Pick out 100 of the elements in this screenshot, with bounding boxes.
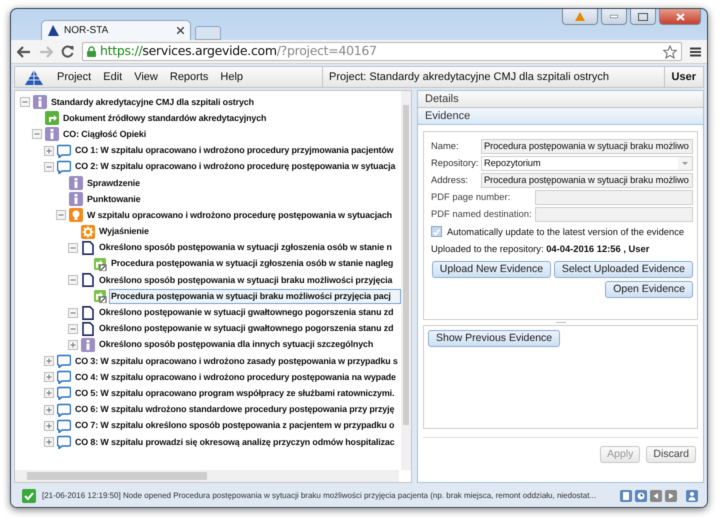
reload-button[interactable] [61, 45, 74, 58]
expand-toggle[interactable] [44, 420, 54, 431]
field-label: PDF named destination: [431, 206, 533, 221]
info-icon [45, 127, 59, 142]
close-icon[interactable] [177, 27, 184, 34]
speech-bubble-icon [57, 418, 71, 433]
checkbox-label[interactable]: Automatically update to the latest version of the evidence [447, 224, 684, 239]
caret-icon [678, 156, 692, 170]
address-field[interactable]: https://services.argevide.com/?project=40167 [82, 42, 682, 61]
dialog-button[interactable]: Discard [646, 446, 696, 463]
collapse-toggle[interactable] [68, 324, 78, 334]
tree-item[interactable]: CO 1: W szpitalu opracowano i wdrożono procedury przyjmowania pacjentów [73, 143, 401, 158]
field-label: Name: [431, 138, 460, 153]
logo-icon [48, 25, 59, 36]
tree-item[interactable]: Określono sposób postępowania dla innych sytuacji szczególnych [97, 337, 401, 352]
url-text: https://services.argevide.com/?project=40167 [100, 42, 378, 60]
expand-toggle[interactable] [44, 356, 54, 366]
collapse-toggle[interactable] [32, 129, 42, 140]
speech-bubble-icon [57, 144, 71, 158]
clock-icon[interactable] [635, 490, 647, 502]
tree-item[interactable]: Sprawdzenie [85, 176, 401, 191]
repository-dropdown[interactable]: Repozytorium [481, 156, 693, 170]
logo-icon [25, 70, 43, 84]
field-label: PDF page number: [431, 190, 512, 204]
close-icon [676, 12, 684, 20]
speech-bubble-icon [57, 370, 71, 384]
checkbox[interactable] [431, 226, 442, 238]
tree-item[interactable]: CO 7: W szpitalu określono sposób postępowania z pacjentem w przypadku o [73, 418, 401, 434]
panel-header[interactable]: Evidence [418, 108, 703, 125]
tree-item[interactable]: CO 3: W szpitalu opracowano i wdrożono zasady postępowania w przypadku s [73, 354, 401, 369]
tree-item[interactable]: Określono postępowanie w sytuacji gwałtownego pogorszenia stanu zd [97, 305, 401, 320]
collapse-toggle[interactable] [44, 162, 54, 172]
tree-item[interactable]: Wyjaśnienie [97, 224, 401, 240]
collapse-toggle[interactable] [56, 210, 66, 220]
menu-item[interactable]: Edit [97, 68, 128, 86]
collapse-toggle[interactable] [68, 275, 78, 286]
tree-item[interactable]: Standardy akredytacyjne CMJ dla szpitali ostrych [49, 94, 401, 110]
show-previous-button[interactable]: Show Previous Evidence [428, 330, 560, 347]
menu-item[interactable]: Help [214, 68, 250, 86]
tree-item[interactable]: CO 6: W szpitalu wdrożono standardowe procedury postępowania przy przyję [73, 402, 401, 418]
collapse-toggle[interactable] [20, 97, 30, 108]
tree-item[interactable]: W szpitalu opracowano i wdrożono procedurę postępowania w sytuacjach [85, 208, 401, 223]
tree-item[interactable]: CO: Ciągłość Opieki [61, 126, 401, 142]
user-menu[interactable]: User [672, 68, 696, 86]
info-icon [69, 192, 83, 206]
action-button[interactable]: Upload New Evidence [432, 261, 552, 278]
tree-item[interactable]: CO 2: W szpitalu opracowano i wdrożono procedurę postępowania w sytuacja [73, 159, 401, 174]
close-button[interactable] [659, 9, 701, 25]
tree-item[interactable]: CO 8: W szpitalu prowadzi się okresową analizę przyczyn odmów hospitalizac [73, 434, 401, 450]
expand-toggle[interactable] [44, 146, 54, 156]
maximize-icon [638, 12, 648, 20]
expand-toggle[interactable] [44, 372, 54, 382]
input-field[interactable] [535, 206, 693, 222]
input-field[interactable]: Procedura postępowania w sytuacji braku możliwo [481, 172, 693, 188]
tree-item[interactable]: Określono sposób postępowania w sytuacji zgłoszenia osób w stanie n [97, 240, 401, 256]
menu-item[interactable]: Reports [164, 68, 214, 86]
menu-icon[interactable] [690, 46, 701, 56]
minimize-button[interactable] [601, 9, 627, 25]
expand-toggle[interactable] [44, 388, 54, 398]
menu-item[interactable]: View [128, 68, 164, 86]
expand-toggle[interactable] [68, 340, 78, 350]
back-button[interactable] [17, 46, 31, 58]
document-icon [81, 306, 95, 320]
action-button[interactable]: Open Evidence [605, 280, 693, 298]
star-icon[interactable] [663, 44, 677, 58]
field-label: Address: [431, 172, 469, 187]
panel-header[interactable]: Details [418, 91, 703, 108]
tree-item[interactable]: Punktowanie [85, 192, 401, 207]
tree-item[interactable]: Procedura postępowania w sytuacji braku możliwości przyjęcia pacj [109, 288, 401, 304]
document-icon [81, 322, 95, 336]
warning-icon [575, 12, 585, 21]
notebook-icon[interactable] [620, 490, 632, 502]
menu-item[interactable]: Project [51, 68, 98, 86]
upload-info: Uploaded to the repository: 04-04-2016 12:56 , User [431, 242, 650, 256]
tab-title: NOR-STA [64, 24, 110, 38]
collapse-toggle[interactable] [68, 308, 78, 318]
speech-bubble-icon [57, 160, 71, 174]
tree-item[interactable]: Procedura postępowania w sytuacji zgłoszenia osób w stanie nagleg [109, 256, 401, 272]
collapse-toggle[interactable] [68, 242, 78, 253]
info-icon [81, 338, 95, 352]
user-icon[interactable] [686, 490, 698, 502]
document-icon [81, 273, 95, 288]
tree-item[interactable]: Określono postępowanie w sytuacji gwałtownego pogorszenia stanu zd [97, 321, 401, 336]
expand-toggle[interactable] [44, 437, 54, 448]
tree-item[interactable]: CO 4: W szpitalu opracowano i wdrożono procedury postępowania na wypade [73, 370, 401, 385]
browser-tab[interactable]: NOR-STA [41, 20, 191, 40]
horizontal-scrollbar[interactable] [15, 470, 399, 482]
tree-item[interactable]: CO 5: W szpitalu opracowano program współpracy ze służbami ratowniczymi. [73, 386, 401, 401]
field-label: Repository: [431, 156, 480, 170]
action-button[interactable]: Select Uploaded Evidence [554, 261, 693, 278]
tree-item[interactable]: Określono sposób postępowania w sytuacji braku możliwości przyjęcia [97, 272, 401, 288]
input-field[interactable]: Procedura postępowania w sytuacji braku możliwo [481, 138, 693, 154]
input-field[interactable] [535, 190, 693, 204]
maximize-button[interactable] [630, 9, 656, 25]
lock-icon [87, 46, 96, 57]
gear-icon [81, 224, 95, 239]
tree-item[interactable]: Dokument źródłowy standardów akredytacyjnych [61, 110, 401, 126]
vertical-scrollbar[interactable] [401, 91, 411, 470]
speech-bubble-icon [57, 435, 71, 450]
expand-toggle[interactable] [44, 404, 54, 415]
